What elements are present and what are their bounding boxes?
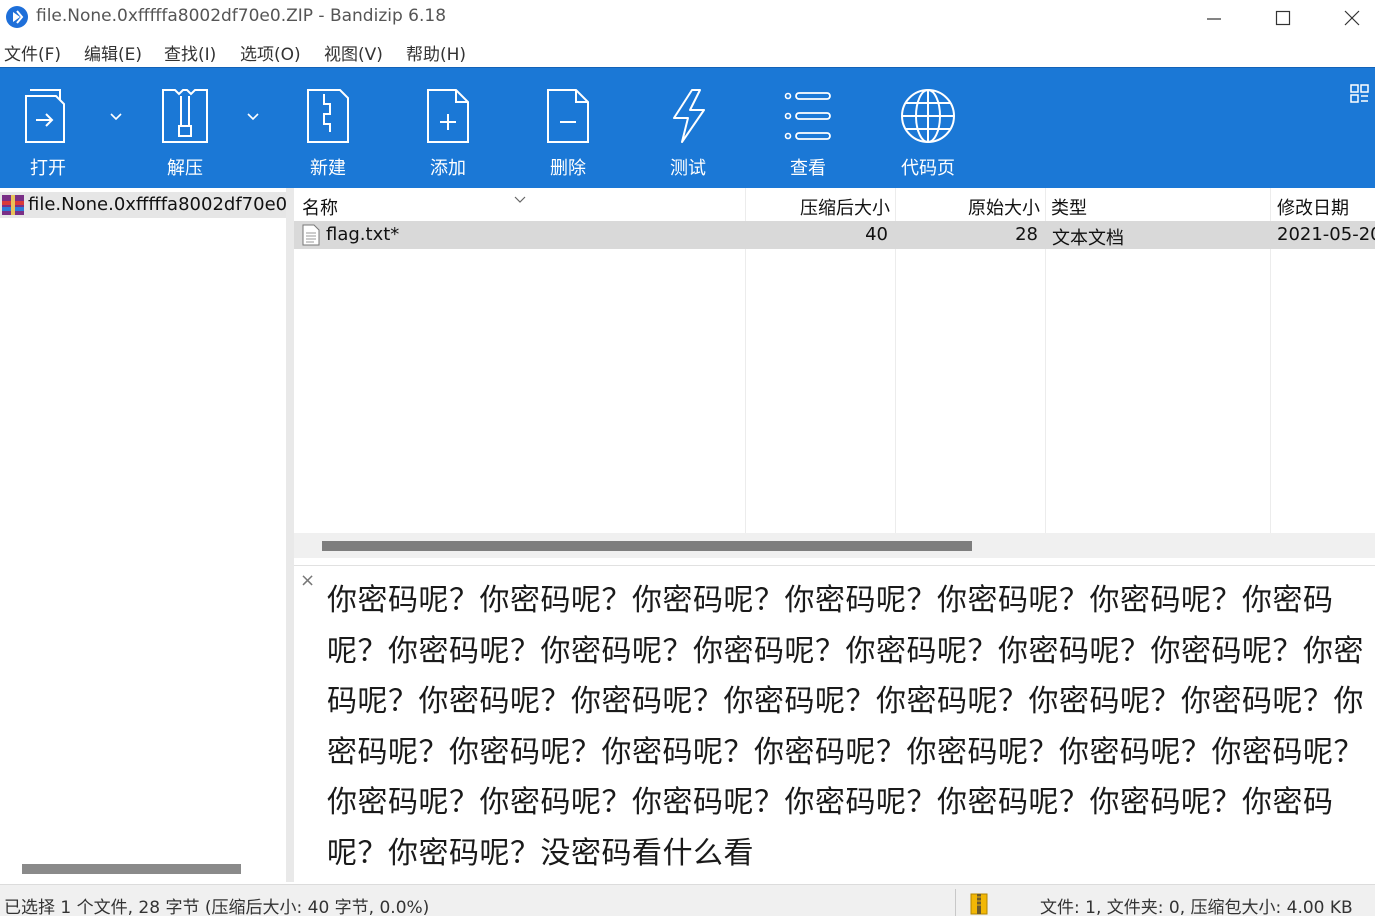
sort-desc-icon — [513, 190, 527, 209]
menu-options[interactable]: 选项(O) — [240, 40, 301, 65]
view-button[interactable]: 查看 — [753, 68, 863, 188]
column-original-size[interactable]: 原始大小 — [968, 194, 1040, 220]
delete-button[interactable]: 删除 — [513, 68, 623, 188]
add-label: 添加 — [430, 158, 466, 179]
new-archive-button[interactable]: 新建 — [273, 68, 383, 188]
delete-label: 删除 — [550, 158, 586, 179]
menu-find[interactable]: 查找(I) — [164, 40, 216, 65]
layout-toggle-icon[interactable] — [1350, 84, 1370, 108]
status-archive-info: 文件: 1, 文件夹: 0, 压缩包大小: 4.00 KB — [1040, 898, 1353, 918]
toolbar: 打开 解压 新建 添加 删除 测试 查看 代码页 — [0, 67, 1375, 188]
column-name[interactable]: 名称 — [302, 194, 338, 220]
bandizip-logo-icon — [6, 6, 28, 28]
pane-splitter[interactable] — [286, 188, 294, 882]
close-button[interactable] — [1318, 0, 1375, 36]
status-bar: 已选择 1 个文件, 28 字节 (压缩后大小: 40 字节, 0.0%) 文件… — [0, 884, 1375, 918]
tree-item-archive[interactable]: file.None.0xfffffa8002df70e0.ZIP — [0, 192, 286, 218]
menu-edit[interactable]: 编辑(E) — [84, 40, 142, 65]
column-packed-size[interactable]: 压缩后大小 — [800, 194, 890, 220]
zip-archive-icon — [968, 893, 990, 915]
cell-packed-size: 40 — [865, 224, 888, 245]
open-label: 打开 — [30, 158, 66, 179]
file-list: 名称 压缩后大小 原始大小 类型 修改日期 flag.txt* 40 28 文本… — [294, 188, 1375, 558]
folder-tree: file.None.0xfffffa8002df70e0.ZIP — [0, 188, 286, 882]
add-icon — [393, 86, 503, 148]
tree-item-label: file.None.0xfffffa8002df70e0.ZIP — [28, 194, 286, 215]
open-dropdown-arrow-icon[interactable] — [108, 108, 128, 124]
codepage-globe-icon — [873, 86, 983, 148]
extract-label: 解压 — [167, 158, 203, 179]
cell-original-size: 28 — [1015, 224, 1038, 245]
list-scroll-thumb[interactable] — [322, 541, 972, 551]
menu-help[interactable]: 帮助(H) — [406, 40, 466, 65]
archive-icon — [2, 195, 24, 219]
preview-text: 你密码呢？你密码呢？你密码呢？你密码呢？你密码呢？你密码呢？你密码呢？你密码呢？… — [327, 583, 1364, 871]
text-file-icon — [302, 224, 320, 250]
codepage-button[interactable]: 代码页 — [873, 68, 983, 188]
add-button[interactable]: 添加 — [393, 68, 503, 188]
new-label: 新建 — [310, 158, 346, 179]
test-icon — [633, 86, 743, 148]
extract-button[interactable]: 解压 — [130, 68, 240, 188]
preview-pane: × 你密码呢？你密码呢？你密码呢？你密码呢？你密码呢？你密码呢？你密码呢？你密码… — [294, 565, 1375, 884]
cell-type: 文本文档 — [1052, 228, 1124, 249]
view-list-icon — [753, 86, 863, 148]
column-type[interactable]: 类型 — [1051, 194, 1087, 220]
new-archive-icon — [273, 86, 383, 148]
menu-file[interactable]: 文件(F) — [4, 40, 61, 65]
minimize-button[interactable] — [1180, 0, 1248, 36]
tree-scroll-thumb[interactable] — [22, 864, 241, 874]
maximize-button[interactable] — [1249, 0, 1317, 36]
delete-icon — [513, 86, 623, 148]
column-modified[interactable]: 修改日期 — [1277, 194, 1349, 220]
view-label: 查看 — [790, 158, 826, 179]
open-button[interactable]: 打开 — [0, 68, 103, 188]
cell-name: flag.txt* — [326, 224, 400, 245]
codepage-label: 代码页 — [901, 158, 955, 179]
extract-icon — [130, 86, 240, 148]
preview-close-icon[interactable]: × — [300, 570, 315, 591]
cell-modified: 2021-05-20 — [1277, 224, 1375, 245]
title-bar: file.None.0xfffffa8002df70e0.ZIP - Bandi… — [0, 0, 1375, 36]
menu-view[interactable]: 视图(V) — [324, 40, 383, 65]
menu-bar: 文件(F) 编辑(E) 查找(I) 选项(O) 视图(V) 帮助(H) — [0, 36, 1375, 66]
status-selection: 已选择 1 个文件, 28 字节 (压缩后大小: 40 字节, 0.0%) — [4, 898, 430, 918]
test-button[interactable]: 测试 — [633, 68, 743, 188]
extract-dropdown-arrow-icon[interactable] — [245, 108, 265, 124]
window-title: file.None.0xfffffa8002df70e0.ZIP - Bandi… — [36, 6, 447, 26]
open-icon — [0, 86, 103, 148]
test-label: 测试 — [670, 158, 706, 179]
status-divider — [955, 889, 956, 916]
